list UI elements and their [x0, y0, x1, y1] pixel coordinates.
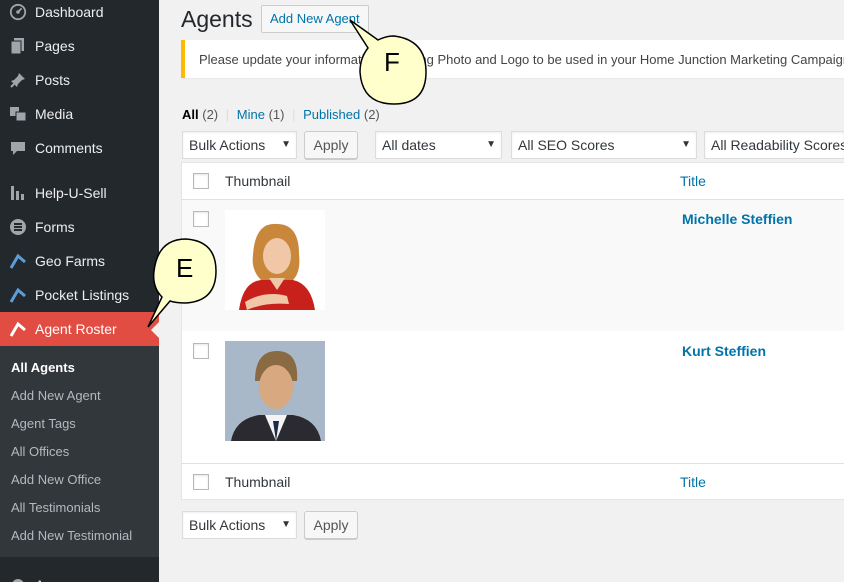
- callout-e-letter: E: [176, 253, 194, 283]
- menu-agent-roster[interactable]: Agent Roster: [0, 312, 159, 346]
- admin-sidebar: Dashboard Pages Posts Media Comments Hel…: [0, 0, 159, 582]
- table-header: Thumbnail Title: [182, 163, 844, 200]
- page-title: Agents: [181, 6, 253, 32]
- partial-icon: [0, 577, 35, 582]
- menu-pocket-listings[interactable]: Pocket Listings: [0, 278, 159, 312]
- bulk-actions-value: Bulk Actions: [189, 137, 266, 153]
- menu-label: Agent Roster: [35, 321, 117, 337]
- column-thumbnail: Thumbnail: [225, 173, 291, 189]
- menu-label: Media: [35, 106, 74, 122]
- filter-published-count: (2): [363, 107, 380, 122]
- apply-button-bottom[interactable]: Apply: [304, 511, 358, 539]
- submenu-agent-tags[interactable]: Agent Tags: [11, 416, 76, 431]
- submenu-all-testimonials[interactable]: All Testimonials: [11, 500, 100, 515]
- menu-comments[interactable]: Comments: [0, 131, 159, 165]
- main-content: Agents Add New Agent Please update your …: [159, 0, 844, 582]
- filter-published[interactable]: Published: [303, 107, 360, 122]
- menu-separator: [0, 165, 159, 175]
- apply-button[interactable]: Apply: [304, 131, 358, 159]
- submenu-all-offices[interactable]: All Offices: [11, 444, 69, 459]
- agents-table: Thumbnail Title Michelle Steffien Kurt S…: [181, 162, 844, 500]
- filter-mine[interactable]: Mine: [237, 107, 265, 122]
- filter-separator: |: [292, 107, 296, 122]
- menu-forms[interactable]: Forms: [0, 210, 159, 244]
- table-row: Kurt Steffien: [182, 331, 844, 463]
- row-checkbox[interactable]: [193, 343, 209, 359]
- status-filters: All (2) | Mine (1) | Published (2): [182, 107, 380, 122]
- pin-icon: [0, 72, 35, 88]
- seo-scores-select[interactable]: All SEO Scores ▼: [511, 131, 697, 159]
- filter-separator: |: [225, 107, 230, 122]
- menu-posts[interactable]: Posts: [0, 63, 159, 97]
- menu-pages[interactable]: Pages: [0, 29, 159, 63]
- filter-all-count: (2): [202, 107, 219, 122]
- dashboard-icon: [0, 3, 35, 21]
- menu-dashboard[interactable]: Dashboard: [0, 0, 159, 29]
- roof-icon: [0, 321, 35, 337]
- roof-icon: [0, 287, 35, 303]
- menu-label: Geo Farms: [35, 253, 106, 269]
- chevron-down-icon: ▼: [486, 139, 496, 150]
- menu-partial-item[interactable]: A: [0, 568, 159, 582]
- filter-all[interactable]: All: [182, 107, 199, 122]
- chevron-down-icon: ▼: [281, 519, 291, 530]
- row-checkbox[interactable]: [193, 211, 209, 227]
- select-all-checkbox[interactable]: [193, 173, 209, 189]
- column-title-sort-footer[interactable]: Title: [680, 474, 706, 490]
- chart-icon: [0, 185, 35, 201]
- menu-geo-farms[interactable]: Geo Farms: [0, 244, 159, 278]
- comment-icon: [0, 140, 35, 156]
- submenu-all-agents[interactable]: All Agents: [11, 360, 75, 375]
- menu-help-u-sell[interactable]: Help-U-Sell: [0, 176, 159, 210]
- menu-label: Dashboard: [35, 4, 104, 20]
- media-icon: [0, 106, 35, 122]
- bulk-actions-value: Bulk Actions: [189, 517, 266, 533]
- forms-icon: [0, 218, 35, 236]
- seo-scores-value: All SEO Scores: [518, 137, 615, 153]
- menu-label: A: [35, 577, 44, 582]
- chevron-down-icon: ▼: [681, 139, 691, 150]
- dates-filter-value: All dates: [382, 137, 436, 153]
- agent-photo-michelle[interactable]: [225, 210, 325, 310]
- table-row: Michelle Steffien: [182, 200, 844, 331]
- menu-label: Comments: [35, 140, 103, 156]
- filter-mine-count: (1): [268, 107, 285, 122]
- menu-label: Pocket Listings: [35, 287, 130, 303]
- menu-label: Forms: [35, 219, 75, 235]
- submenu-add-new-agent[interactable]: Add New Agent: [11, 388, 101, 403]
- dates-filter-select[interactable]: All dates ▼: [375, 131, 502, 159]
- bulk-actions-select[interactable]: Bulk Actions ▼: [182, 131, 297, 159]
- notice-text: Please update your information including…: [199, 52, 844, 67]
- readability-scores-value: All Readability Scores: [711, 137, 844, 153]
- submenu-add-new-office[interactable]: Add New Office: [11, 472, 101, 487]
- readability-scores-select[interactable]: All Readability Scores: [704, 131, 844, 159]
- agent-photo-kurt[interactable]: [225, 341, 325, 441]
- menu-label: Help-U-Sell: [35, 185, 107, 201]
- column-title-sort[interactable]: Title: [680, 173, 706, 189]
- submenu-add-new-testimonial[interactable]: Add New Testimonial: [11, 528, 132, 543]
- agent-roster-submenu: All Agents Add New Agent Agent Tags All …: [0, 346, 159, 557]
- select-all-checkbox-footer[interactable]: [193, 474, 209, 490]
- menu-label: Pages: [35, 38, 75, 54]
- callout-f-letter: F: [384, 47, 400, 77]
- roof-icon: [0, 253, 35, 269]
- table-footer: Thumbnail Title: [182, 463, 844, 500]
- bulk-actions-select-bottom[interactable]: Bulk Actions ▼: [182, 511, 297, 539]
- chevron-down-icon: ▼: [281, 139, 291, 150]
- menu-label: Posts: [35, 72, 71, 88]
- pages-icon: [0, 37, 35, 55]
- menu-media[interactable]: Media: [0, 97, 159, 131]
- agent-title-link[interactable]: Michelle Steffien: [682, 211, 792, 227]
- column-thumbnail-footer: Thumbnail: [225, 474, 291, 490]
- update-notice: Please update your information including…: [181, 40, 844, 78]
- agent-title-link[interactable]: Kurt Steffien: [682, 343, 766, 359]
